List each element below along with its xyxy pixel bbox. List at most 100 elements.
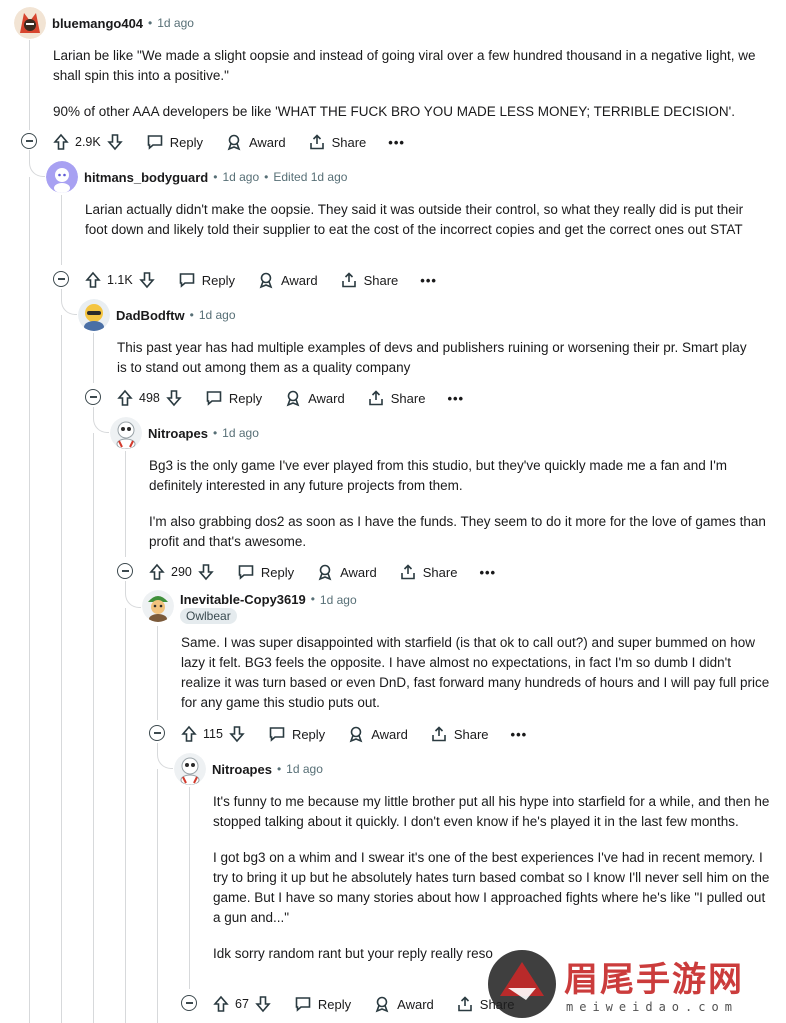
more-options-button[interactable]: ••• <box>511 727 528 742</box>
share-label: Share <box>453 726 489 742</box>
award-icon <box>259 272 273 289</box>
avatar[interactable] <box>174 753 206 785</box>
vote-count: 115 <box>203 727 223 741</box>
reply-icon <box>206 391 222 406</box>
collapse-thread-button[interactable] <box>181 995 197 1011</box>
comment-header: bluemango404 • 1d ago <box>14 6 194 40</box>
collapse-thread-button[interactable] <box>53 271 69 287</box>
award-button[interactable]: Award <box>257 271 318 289</box>
share-button[interactable]: Share <box>308 133 367 151</box>
share-label: Share <box>390 390 426 406</box>
share-label: Share <box>422 564 458 580</box>
share-icon <box>432 726 446 742</box>
timestamp[interactable]: 1d ago <box>286 762 323 776</box>
upvote-icon[interactable] <box>116 389 134 407</box>
reply-button[interactable]: Reply <box>178 271 235 289</box>
collapse-thread-button[interactable] <box>149 725 165 741</box>
downvote-icon[interactable] <box>165 389 183 407</box>
default-avatar-icon <box>46 161 78 193</box>
upvote-icon[interactable] <box>180 725 198 743</box>
timestamp[interactable]: 1d ago <box>199 308 236 322</box>
comment-paragraph: Larian be like "We made a slight oopsie … <box>53 48 756 83</box>
username[interactable]: Nitroapes <box>148 426 208 441</box>
award-button[interactable]: Award <box>347 725 408 743</box>
comment-body: Larian be like "We made a slight oopsie … <box>53 46 768 138</box>
share-button[interactable]: Share <box>340 271 398 289</box>
avatar[interactable] <box>110 417 142 449</box>
upvote-icon[interactable] <box>148 563 166 581</box>
downvote-icon[interactable] <box>254 995 272 1013</box>
downvote-icon[interactable] <box>138 271 156 289</box>
downvote-icon[interactable] <box>228 725 246 743</box>
comment: DadBodftw • 1d ago This past year has ha… <box>78 298 770 388</box>
award-button[interactable]: Award <box>316 563 377 581</box>
award-icon <box>286 390 300 407</box>
avatar[interactable] <box>78 299 110 331</box>
comment: hitmans_bodyguard • 1d ago • Edited 1d a… <box>46 160 770 280</box>
upvote-icon[interactable] <box>212 995 230 1013</box>
username[interactable]: DadBodftw <box>116 308 185 323</box>
share-icon <box>457 996 472 1012</box>
vote-controls: 1.1K <box>84 271 156 289</box>
reply-label: Reply <box>169 134 203 150</box>
username[interactable]: hitmans_bodyguard <box>84 170 208 185</box>
downvote-icon[interactable] <box>106 133 124 151</box>
thread-elbow <box>125 581 141 608</box>
timestamp[interactable]: 1d ago <box>320 593 357 607</box>
award-button[interactable]: Award <box>373 995 434 1013</box>
share-icon <box>341 272 356 288</box>
reply-button[interactable]: Reply <box>146 133 203 151</box>
more-options-button[interactable]: ••• <box>388 135 405 150</box>
reply-label: Reply <box>260 564 295 580</box>
comment-paragraph: Larian actually didn't make the oopsie. … <box>85 202 744 237</box>
vote-count: 290 <box>171 565 192 579</box>
thread-elbow <box>157 743 173 769</box>
upvote-icon[interactable] <box>84 271 102 289</box>
vote-controls: 67 <box>212 995 272 1013</box>
vote-count: 67 <box>235 997 249 1011</box>
share-icon <box>400 564 415 580</box>
more-options-button[interactable]: ••• <box>447 391 464 406</box>
avatar[interactable] <box>142 590 174 622</box>
reply-button[interactable]: Reply <box>237 563 294 581</box>
collapse-thread-button[interactable] <box>117 563 133 579</box>
comment: Nitroapes • 1d ago Bg3 is the only game … <box>110 416 770 566</box>
downvote-icon[interactable] <box>197 563 215 581</box>
reply-button[interactable]: Reply <box>268 725 325 743</box>
collapse-thread-button[interactable] <box>21 133 37 149</box>
comment-actions: 498 Reply Award Share ••• <box>116 384 464 412</box>
award-icon <box>349 726 363 743</box>
reply-icon <box>147 135 163 150</box>
username[interactable]: Nitroapes <box>212 762 272 777</box>
thread-elbow <box>61 289 77 315</box>
avatar[interactable] <box>46 161 78 193</box>
share-button[interactable]: Share <box>430 725 489 743</box>
upvote-icon[interactable] <box>52 133 70 151</box>
reply-button[interactable]: Reply <box>205 389 262 407</box>
site-watermark: 眉尾手游网 meiweidao.com <box>486 948 776 1020</box>
snoo-avatar-icon <box>174 753 206 785</box>
award-button[interactable]: Award <box>225 133 286 151</box>
more-options-button[interactable]: ••• <box>420 273 437 288</box>
share-label: Share <box>331 134 367 150</box>
username[interactable]: bluemango404 <box>52 16 143 31</box>
award-label: Award <box>308 390 345 406</box>
vote-controls: 115 <box>180 725 246 743</box>
share-icon <box>309 134 324 150</box>
comment-paragraph: Bg3 is the only game I've ever played fr… <box>149 458 728 493</box>
vote-controls: 498 <box>116 389 183 407</box>
avatar[interactable] <box>14 7 46 39</box>
more-options-button[interactable]: ••• <box>479 565 496 580</box>
timestamp[interactable]: 1d ago <box>222 426 259 440</box>
timestamp[interactable]: 1d ago <box>222 170 259 184</box>
separator-dot: • <box>310 592 315 606</box>
snoo-avatar-icon <box>110 417 142 449</box>
username[interactable]: Inevitable-Copy3619 <box>180 592 306 607</box>
award-button[interactable]: Award <box>284 389 345 407</box>
award-label: Award <box>397 996 434 1012</box>
collapse-thread-button[interactable] <box>85 389 101 405</box>
share-button[interactable]: Share <box>399 563 458 581</box>
reply-button[interactable]: Reply <box>294 995 351 1013</box>
share-button[interactable]: Share <box>367 389 426 407</box>
timestamp[interactable]: 1d ago <box>157 16 194 30</box>
